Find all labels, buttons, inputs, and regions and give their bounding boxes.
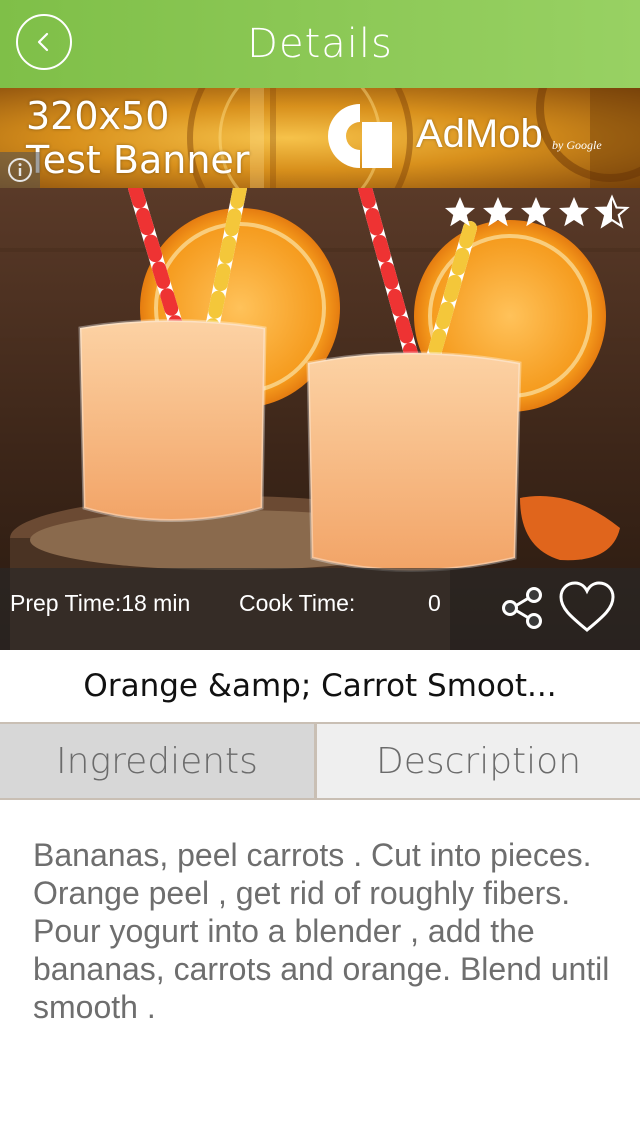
prep-time: Prep Time:18 min	[10, 590, 191, 616]
star-full-icon	[445, 197, 475, 227]
star-rating	[442, 194, 630, 230]
share-icon[interactable]	[498, 584, 546, 632]
recipe-info-bar: Prep Time:18 min Cook Time: 0	[0, 568, 640, 650]
cook-time-label: Cook Time:	[239, 590, 356, 616]
chevron-left-icon	[37, 32, 49, 52]
star-full-icon	[559, 197, 589, 227]
tab-ingredients[interactable]: Ingredients	[0, 724, 317, 798]
recipe-title: Orange &amp; Carrot Smoot...	[83, 668, 557, 704]
tab-description[interactable]: Description	[317, 724, 640, 798]
info-icon	[8, 158, 32, 182]
ad-test-label: Test Banner	[26, 138, 250, 182]
admob-logo-icon	[328, 104, 392, 168]
star-half-icon	[594, 194, 630, 229]
back-button[interactable]	[16, 14, 72, 70]
app-header: Details	[0, 0, 640, 88]
ad-size-label: 320x50	[26, 94, 170, 138]
tab-bar: Ingredients Description	[0, 722, 640, 800]
heart-icon[interactable]	[558, 580, 616, 634]
star-full-icon	[521, 197, 551, 227]
ad-info-button[interactable]	[0, 152, 40, 188]
cook-time-value: 0	[428, 590, 441, 616]
recipe-photo: Prep Time:18 min Cook Time: 0	[0, 188, 640, 650]
recipe-content-text: Bananas, peel carrots . Cut into pieces.…	[33, 837, 610, 1025]
ad-banner[interactable]: 320x50 Test Banner AdMob by Google	[0, 88, 640, 188]
star-full-icon	[483, 197, 513, 227]
admob-by-google: by Google	[552, 138, 602, 152]
admob-brand: AdMob	[416, 112, 543, 156]
page-title: Details	[247, 21, 393, 67]
